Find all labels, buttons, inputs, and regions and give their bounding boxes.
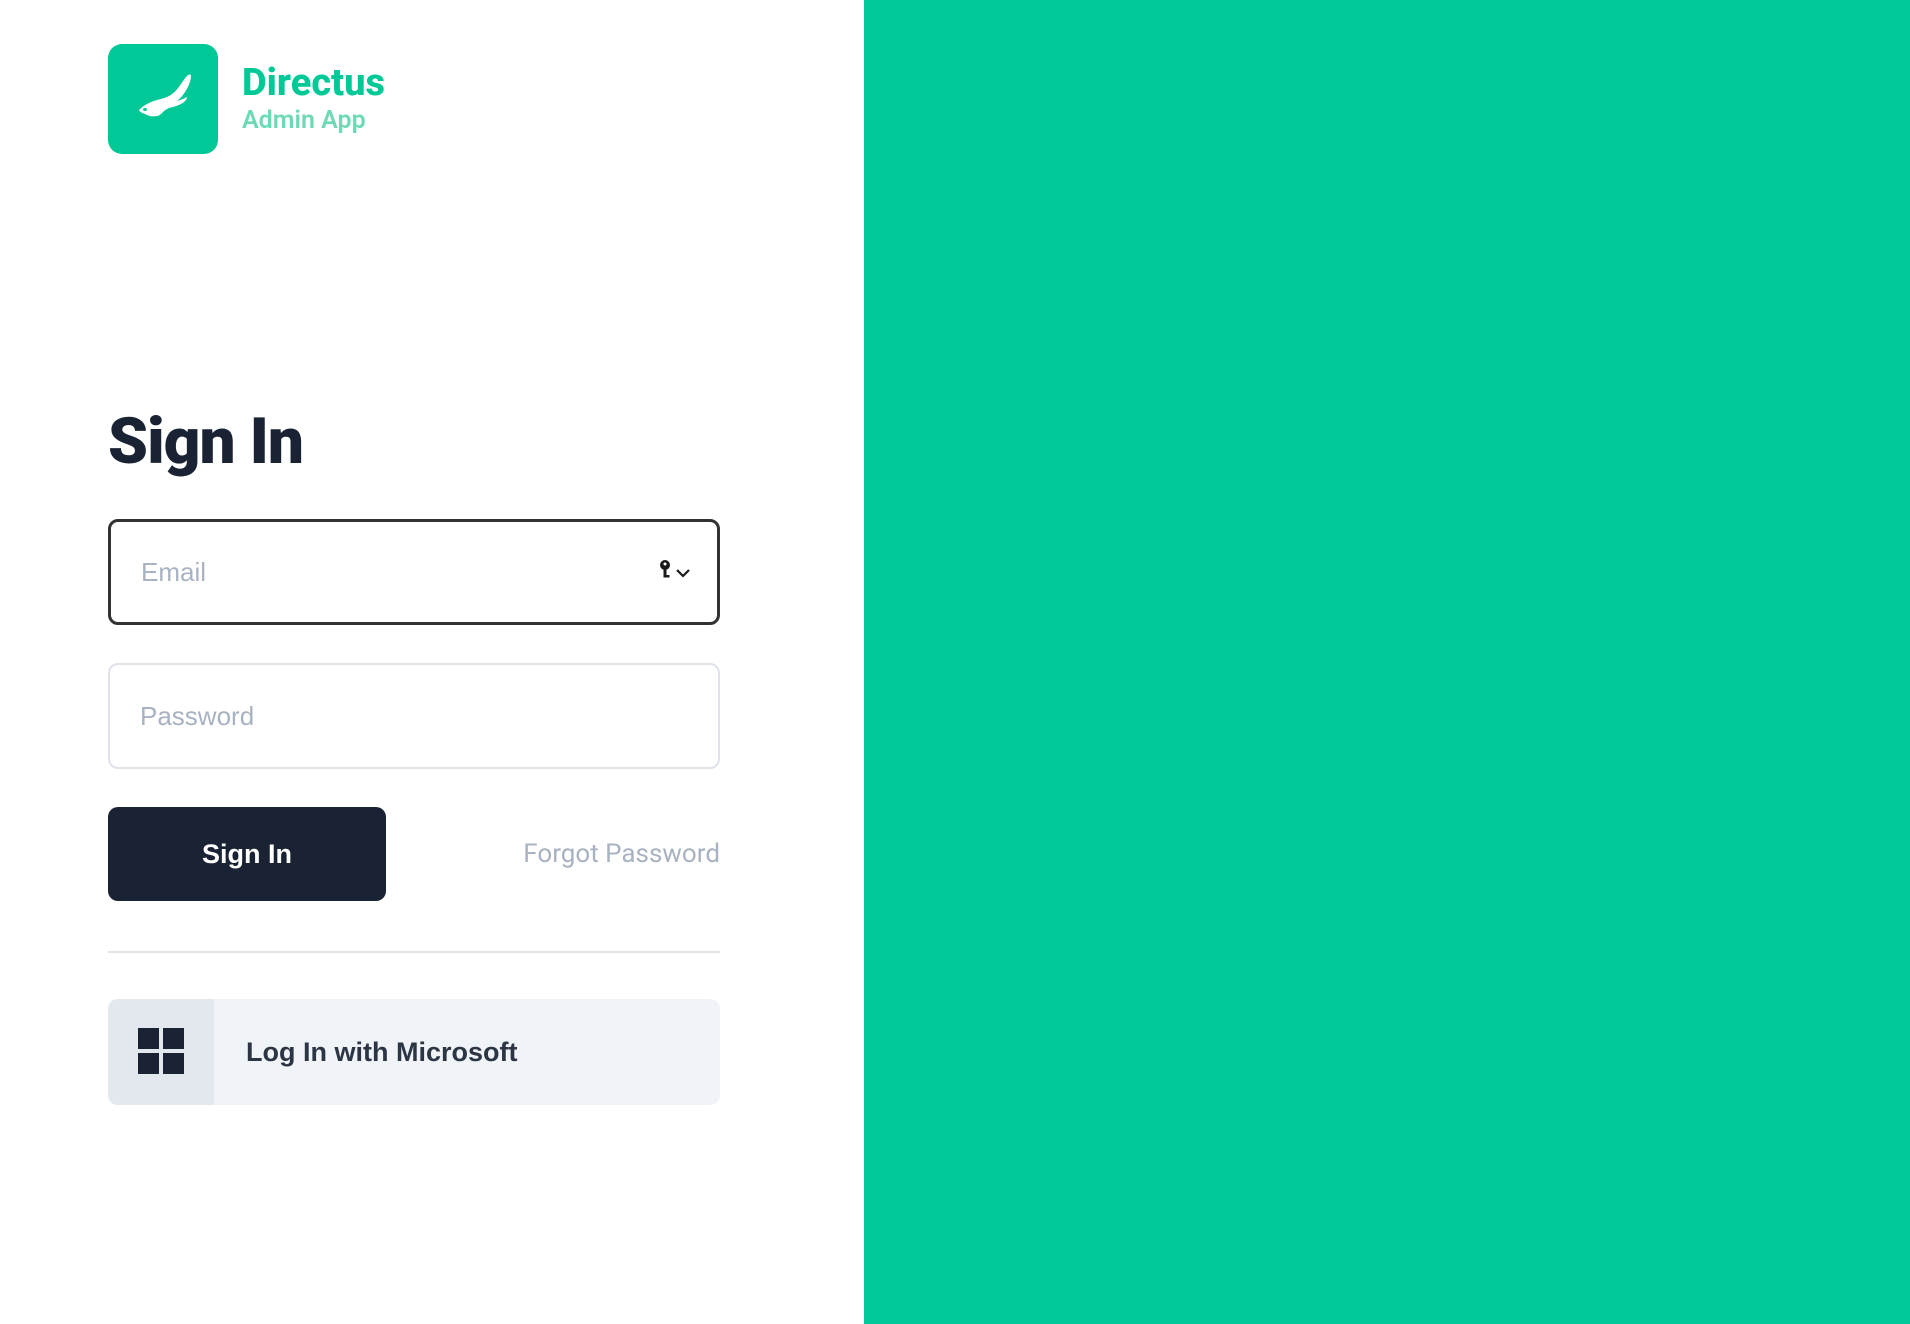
sso-icon-box (108, 999, 214, 1105)
forgot-password-link[interactable]: Forgot Password (523, 839, 720, 869)
page-title: Sign In (108, 404, 864, 479)
brand-subtitle: Admin App (242, 106, 385, 135)
brand-title: Directus (242, 63, 385, 105)
rabbit-icon (131, 72, 195, 126)
brand-header: Directus Admin App (108, 44, 864, 154)
action-row: Sign In Forgot Password (108, 807, 720, 901)
decorative-panel (864, 0, 1910, 1324)
password-input-wrapper (108, 663, 720, 769)
key-icon (658, 560, 672, 584)
signin-button[interactable]: Sign In (108, 807, 386, 901)
chevron-down-icon (676, 563, 690, 582)
password-field[interactable] (108, 663, 720, 769)
brand-text: Directus Admin App (242, 63, 385, 136)
divider (108, 951, 720, 953)
sso-label: Log In with Microsoft (246, 1037, 517, 1068)
brand-logo (108, 44, 218, 154)
login-panel: Directus Admin App Sign In (0, 0, 864, 1324)
login-microsoft-button[interactable]: Log In with Microsoft (108, 999, 720, 1105)
email-input-wrapper (108, 519, 720, 625)
microsoft-icon (136, 1026, 186, 1079)
credentials-dropdown[interactable] (658, 560, 690, 584)
email-field[interactable] (108, 519, 720, 625)
